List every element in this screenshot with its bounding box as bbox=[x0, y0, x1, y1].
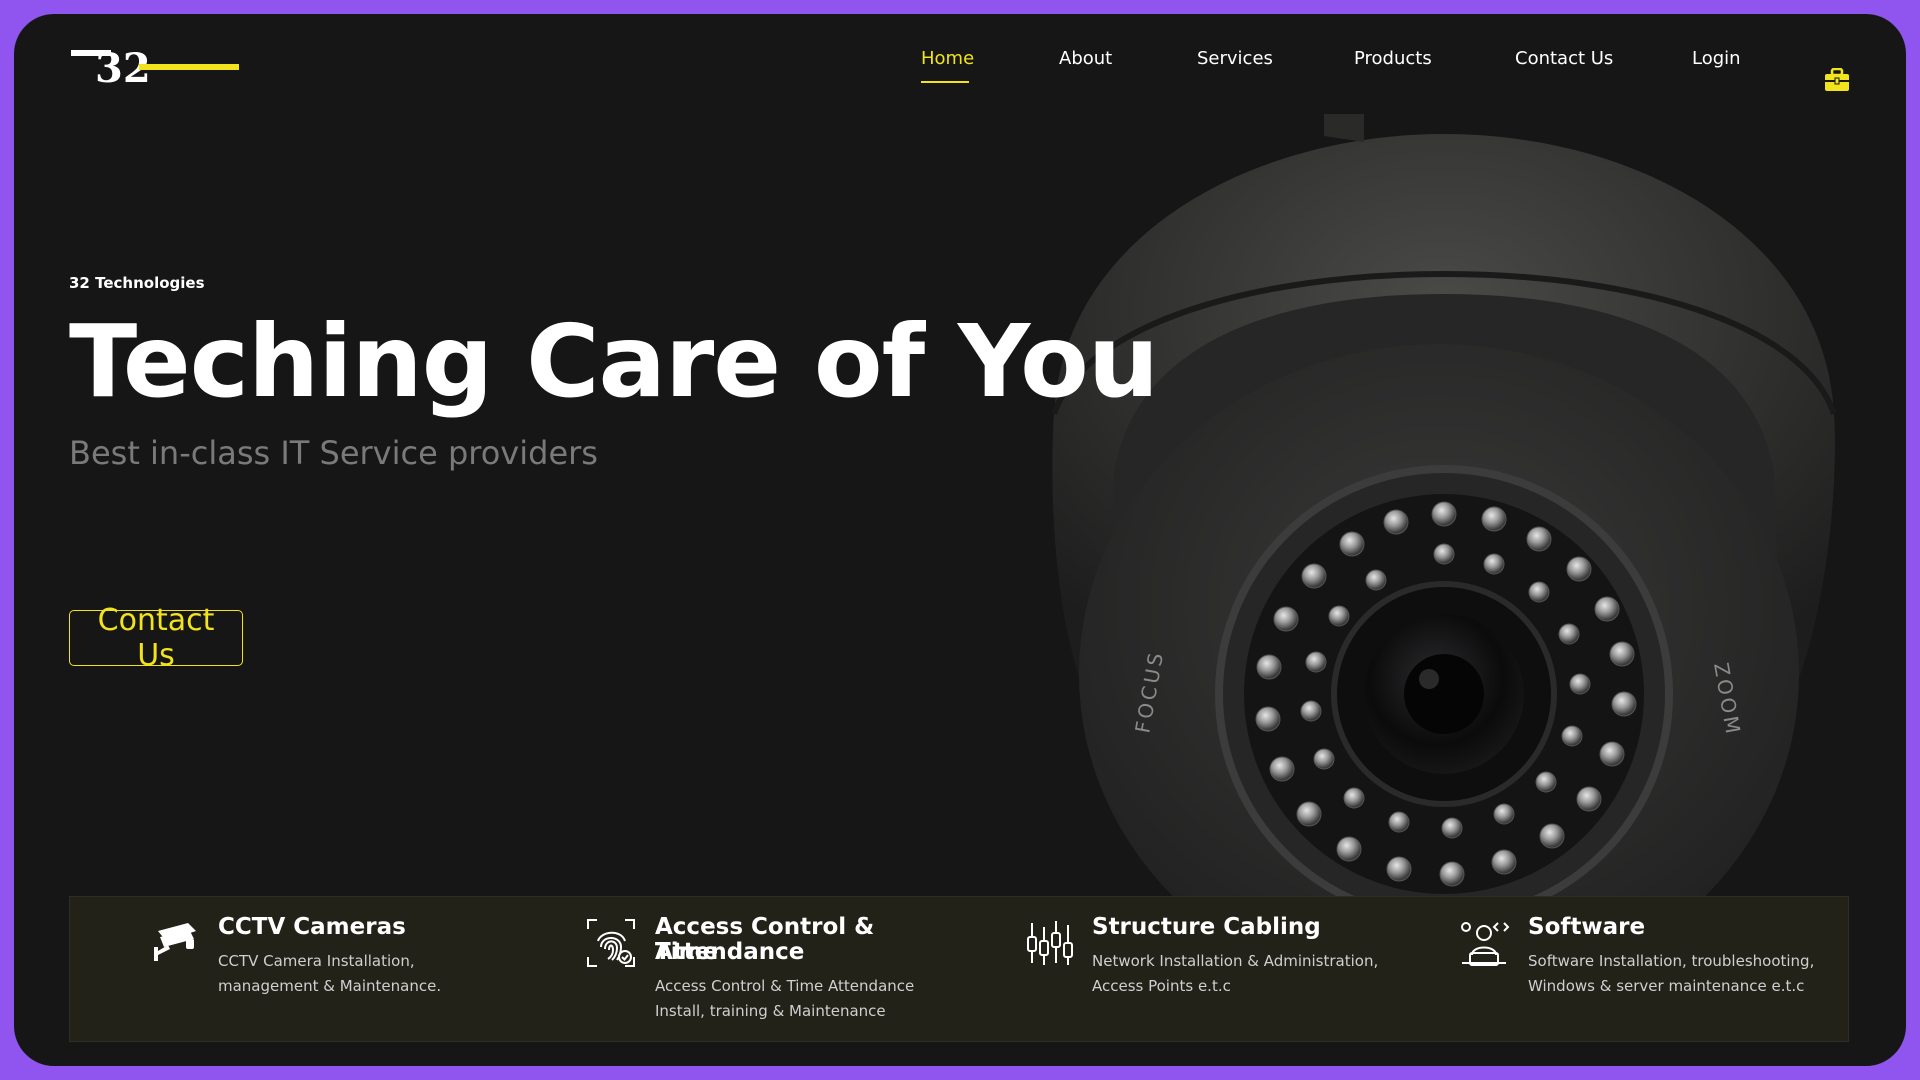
service-title-line: Attendance bbox=[655, 939, 805, 965]
service-desc-line: Software Installation, troubleshooting, bbox=[1528, 952, 1815, 970]
service-title: Structure Cabling bbox=[1092, 914, 1321, 940]
service-desc-line: Windows & server maintenance e.t.c bbox=[1528, 977, 1805, 995]
fingerprint-scan-icon bbox=[587, 919, 635, 967]
cctv-camera-icon bbox=[154, 923, 196, 961]
hero-subheadline: Best in-class IT Service providers bbox=[69, 434, 598, 472]
nav-services[interactable]: Services bbox=[1197, 48, 1273, 69]
nav-home[interactable]: Home bbox=[921, 48, 974, 69]
service-desc-line: Access Control & Time Attendance bbox=[655, 977, 915, 995]
briefcase-icon[interactable] bbox=[1824, 68, 1850, 92]
hero-camera-image: FOCUS ZOOM bbox=[1051, 114, 1837, 974]
hero-headline: Teching Care of You bbox=[69, 303, 1159, 420]
main-nav: Home About Services Products Contact Us … bbox=[14, 48, 1906, 91]
service-desc-line: management & Maintenance. bbox=[218, 977, 442, 995]
nav-contact-us[interactable]: Contact Us bbox=[1515, 48, 1613, 69]
service-title: CCTV Cameras bbox=[218, 914, 406, 940]
network-cabling-icon bbox=[1027, 921, 1073, 965]
nav-about[interactable]: About bbox=[1059, 48, 1112, 69]
nav-login[interactable]: Login bbox=[1692, 48, 1741, 69]
hero-kicker: 32 Technologies bbox=[69, 274, 205, 292]
nav-products[interactable]: Products bbox=[1354, 48, 1432, 69]
service-desc-line: CCTV Camera Installation, bbox=[218, 952, 415, 970]
page-frame: 32 Home About Services Products Contact … bbox=[14, 14, 1906, 1066]
services-strip: CCTV Cameras CCTV Camera Installation, m… bbox=[69, 896, 1849, 1042]
software-developer-icon bbox=[1461, 922, 1510, 966]
contact-us-button[interactable]: Contact Us bbox=[69, 603, 243, 673]
service-desc-line: Network Installation & Administration, bbox=[1092, 952, 1379, 970]
service-desc-line: Access Points e.t.c bbox=[1092, 977, 1231, 995]
nav-active-underline bbox=[921, 81, 969, 83]
service-desc-line: Install, training & Maintenance bbox=[655, 1002, 886, 1020]
service-title: Software bbox=[1528, 914, 1646, 940]
